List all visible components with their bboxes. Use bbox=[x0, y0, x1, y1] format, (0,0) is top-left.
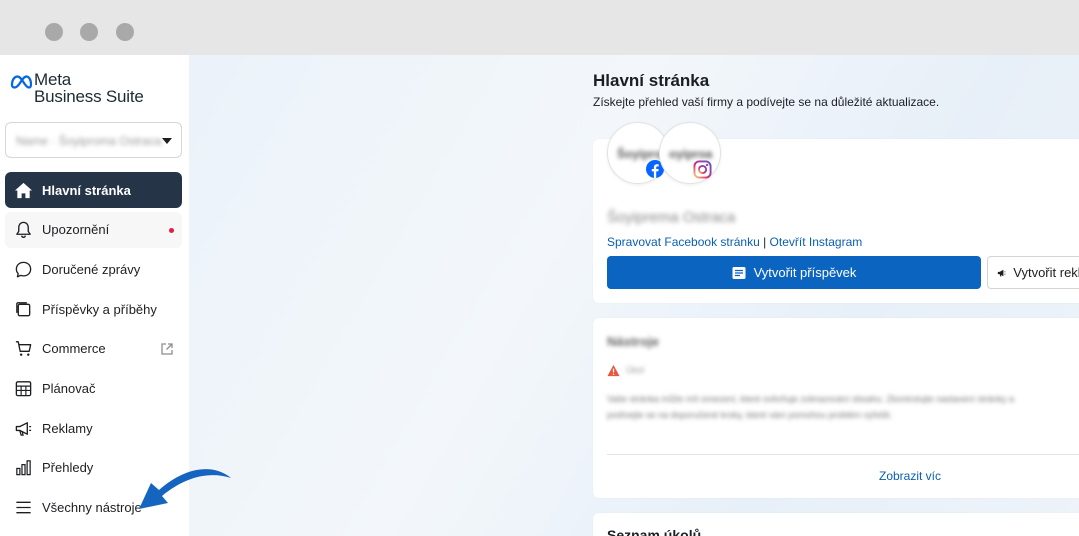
tasks-heading: Seznam úkolů bbox=[607, 527, 702, 536]
cart-icon bbox=[13, 339, 33, 359]
external-link-icon bbox=[161, 343, 173, 355]
logo-line1: Meta bbox=[34, 70, 71, 89]
window-maximize-button[interactable] bbox=[116, 23, 134, 41]
sidebar-item-label: Reklamy bbox=[42, 420, 93, 436]
sidebar-item-commerce[interactable]: Commerce bbox=[5, 331, 182, 367]
create-post-label: Vytvořit příspěvek bbox=[753, 265, 857, 280]
home-icon bbox=[13, 180, 33, 200]
sidebar-item-planner[interactable]: Plánovač bbox=[5, 370, 182, 406]
bar-chart-icon bbox=[13, 458, 33, 478]
main-content: Hlavní stránka Získejte přehled vaší fir… bbox=[189, 55, 1079, 536]
show-more-link[interactable]: Zobrazit víc bbox=[879, 469, 941, 483]
sidebar-item-label: Všechny nástroje bbox=[42, 500, 142, 515]
profile-links: Spravovat Facebook stránku | Otevřít Ins… bbox=[607, 235, 862, 249]
warning-label: Úkol bbox=[626, 365, 645, 375]
sidebar-item-label: Příspěvky a příběhy bbox=[42, 301, 157, 317]
sidebar-item-inbox[interactable]: Doručené zprávy bbox=[5, 251, 182, 287]
megaphone-icon bbox=[997, 269, 1006, 276]
stories-icon bbox=[13, 299, 33, 319]
instagram-account-avatar[interactable]: oyiproa bbox=[659, 122, 721, 184]
page-title: Hlavní stránka bbox=[593, 71, 710, 90]
sidebar-item-label: Plánovač bbox=[42, 380, 96, 396]
menu-icon bbox=[13, 498, 33, 518]
sidebar-item-label: Hlavní stránka bbox=[42, 182, 131, 198]
sidebar-item-posts-stories[interactable]: Příspěvky a příběhy bbox=[5, 291, 182, 327]
chat-bubble-icon bbox=[13, 259, 33, 279]
calendar-icon bbox=[13, 378, 33, 398]
page-subtitle: Získejte přehled vaší firmy a podívejte … bbox=[593, 95, 940, 109]
create-ad-label: Vytvořit reklamu bbox=[1013, 265, 1079, 280]
create-post-button[interactable]: Vytvořit příspěvek bbox=[607, 256, 981, 289]
page-name: Šoyiprema Ostraca bbox=[607, 209, 736, 226]
account-selector[interactable]: Name · Šoyiproma Ostraca bbox=[5, 122, 182, 158]
sidebar-item-label: Doručené zprávy bbox=[42, 261, 141, 277]
open-instagram-link[interactable]: Otevřít Instagram bbox=[770, 235, 863, 249]
logo-line2: Business Suite bbox=[34, 87, 144, 106]
manage-facebook-page-link[interactable]: Spravovat Facebook stránku bbox=[607, 235, 760, 249]
profile-card: Šoyiproa oyiproa Šoyiprema Ostraca Sprav… bbox=[593, 122, 1079, 303]
notices-heading: Nástroje bbox=[607, 334, 660, 349]
link-separator: | bbox=[759, 235, 770, 249]
notices-card: Nástroje Úkol Vaše stránka může mít omez… bbox=[593, 318, 1079, 498]
sidebar-item-home[interactable]: Hlavní stránka bbox=[5, 172, 182, 208]
notice-body: Vaše stránka může mít omezení, které ovl… bbox=[607, 394, 1015, 420]
create-ad-button[interactable]: Vytvořit reklamu bbox=[987, 256, 1079, 289]
annotation-arrow-icon bbox=[139, 469, 231, 509]
account-name: Name · Šoyiproma Ostraca bbox=[16, 134, 162, 148]
sidebar-item-label: Commerce bbox=[42, 341, 106, 357]
caret-down-icon bbox=[162, 138, 172, 144]
window-close-button[interactable] bbox=[45, 23, 63, 41]
notification-dot bbox=[169, 227, 174, 233]
post-icon bbox=[732, 266, 746, 279]
megaphone-icon bbox=[13, 418, 33, 438]
tasks-card: Seznam úkolů bbox=[593, 513, 1079, 536]
sidebar-item-ads[interactable]: Reklamy bbox=[5, 410, 182, 446]
window-minimize-button[interactable] bbox=[80, 23, 98, 41]
warning-icon bbox=[607, 364, 620, 377]
window-titlebar bbox=[0, 0, 1079, 55]
sidebar-item-label: Přehledy bbox=[42, 460, 94, 476]
bell-icon bbox=[13, 220, 33, 240]
sidebar-item-notifications[interactable]: Upozornění bbox=[5, 211, 182, 248]
divider bbox=[607, 454, 1079, 455]
instagram-avatar-text: oyiproa bbox=[669, 147, 713, 161]
instagram-icon bbox=[693, 160, 712, 179]
meta-logo-icon bbox=[10, 75, 32, 89]
meta-business-suite-logo[interactable]: Meta Business Suite bbox=[10, 70, 144, 106]
sidebar-item-label: Upozornění bbox=[42, 222, 110, 238]
